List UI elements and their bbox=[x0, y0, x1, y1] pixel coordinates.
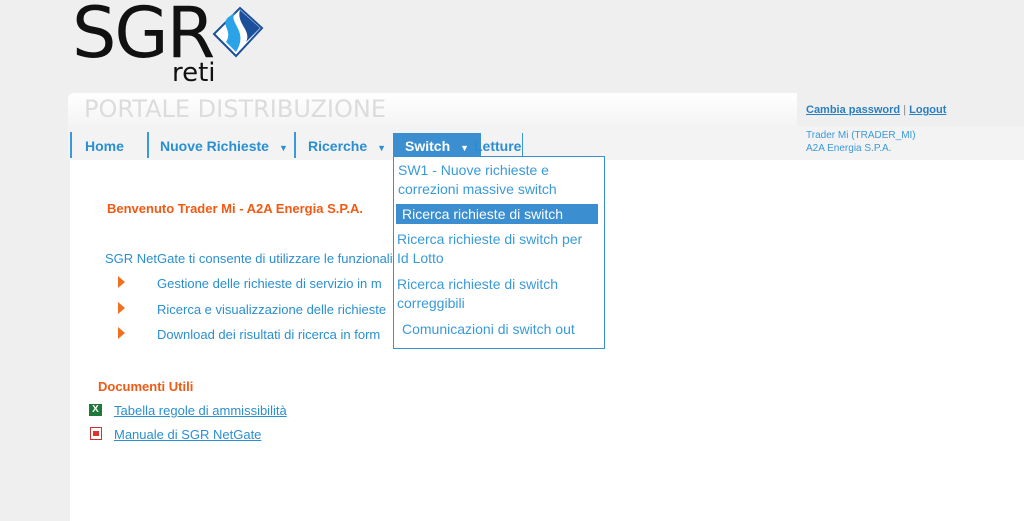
nav-home-label: Home bbox=[85, 138, 124, 154]
portal-title-bar: PORTALE DISTRIBUZIONE bbox=[68, 93, 797, 126]
chevron-down-icon: ▼ bbox=[278, 143, 288, 153]
nav-nuove-richieste[interactable]: Nuove Richieste ▼ bbox=[160, 133, 288, 157]
nav-letture-label: Letture bbox=[474, 138, 522, 154]
switch-dropdown-menu: SW1 - Nuove richieste e correzioni massi… bbox=[393, 156, 605, 349]
bullet-item: Gestione delle richieste di servizio in … bbox=[157, 276, 382, 291]
logout-link[interactable]: Logout bbox=[909, 104, 946, 116]
nav-ricerche-label: Ricerche bbox=[308, 138, 368, 154]
link-separator: | bbox=[903, 104, 907, 116]
change-password-link[interactable]: Cambia password bbox=[806, 104, 900, 116]
user-company: A2A Energia S.P.A. bbox=[806, 143, 892, 154]
bullet-item: Ricerca e visualizzazione delle richiest… bbox=[157, 302, 387, 317]
nav-separator bbox=[147, 132, 149, 158]
nav-letture[interactable]: Letture bbox=[474, 133, 524, 157]
intro-text: SGR NetGate ti consente di utilizzare le… bbox=[105, 251, 393, 266]
nav-switch[interactable]: Switch ▼ bbox=[393, 133, 482, 157]
nav-ricerche[interactable]: Ricerche ▼ bbox=[308, 133, 386, 157]
logo-mark-icon bbox=[212, 6, 264, 58]
bullet-arrow-icon bbox=[118, 327, 125, 339]
nav-switch-label: Switch bbox=[405, 138, 451, 154]
nav-separator bbox=[70, 132, 72, 158]
user-name: Trader Mi (TRADER_MI) bbox=[806, 130, 916, 141]
pdf-icon bbox=[90, 427, 102, 440]
bullet-arrow-icon bbox=[118, 276, 125, 288]
nav-nuove-label: Nuove Richieste bbox=[160, 138, 269, 154]
nav-separator bbox=[294, 132, 296, 158]
doc-link-manuale[interactable]: Manuale di SGR NetGate bbox=[114, 427, 261, 442]
account-links: Cambia password | Logout bbox=[806, 104, 946, 116]
welcome-heading: Benvenuto Trader Mi - A2A Energia S.P.A. bbox=[107, 201, 363, 216]
menu-item-ricerca-lotto[interactable]: Ricerca richieste di switch per Id Lotto bbox=[397, 230, 597, 268]
chevron-down-icon: ▼ bbox=[460, 143, 470, 153]
docs-heading: Documenti Utili bbox=[98, 379, 194, 394]
bullet-arrow-icon bbox=[118, 302, 125, 314]
portal-title: PORTALE DISTRIBUZIONE bbox=[84, 95, 387, 123]
excel-icon: X bbox=[89, 404, 102, 416]
sgr-reti-logo: SGR reti bbox=[72, 0, 272, 90]
user-info: Trader Mi (TRADER_MI) A2A Energia S.P.A. bbox=[806, 129, 916, 155]
logo-subtext: reti bbox=[172, 58, 216, 88]
menu-item-switch-out[interactable]: Comunicazioni di switch out bbox=[402, 320, 575, 339]
nav-home[interactable]: Home bbox=[85, 133, 124, 157]
bullet-item: Download dei risultati di ricerca in for… bbox=[157, 327, 381, 342]
doc-link-tabella[interactable]: Tabella regole di ammissibilità bbox=[114, 403, 287, 418]
menu-item-ricerca-switch[interactable]: Ricerca richieste di switch bbox=[396, 204, 598, 224]
menu-item-correggibili[interactable]: Ricerca richieste di switch correggibili bbox=[397, 275, 587, 313]
chevron-down-icon: ▼ bbox=[377, 143, 387, 153]
menu-item-sw1[interactable]: SW1 - Nuove richieste e correzioni massi… bbox=[394, 161, 593, 199]
